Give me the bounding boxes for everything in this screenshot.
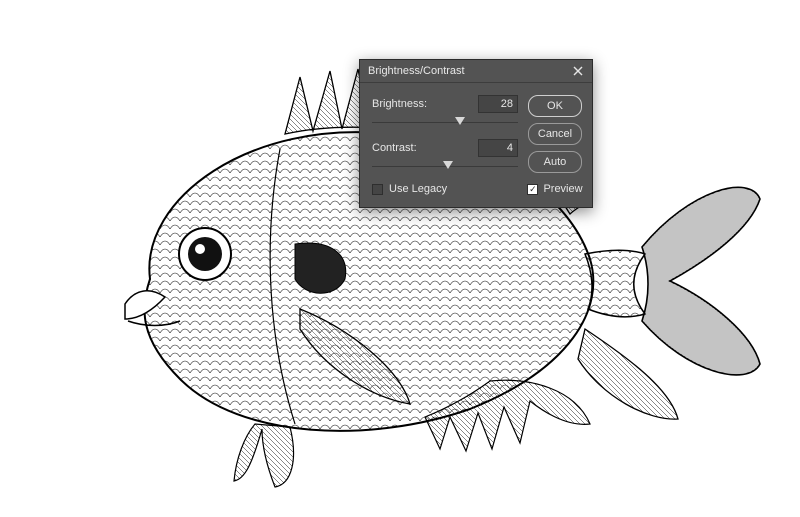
slider-thumb[interactable]	[455, 117, 465, 125]
close-button[interactable]	[570, 63, 586, 79]
brightness-slider[interactable]	[372, 115, 518, 129]
brightness-label: Brightness:	[372, 98, 478, 110]
preview-label: Preview	[543, 183, 582, 195]
dialog-body: Brightness: Contrast: Use Legacy OK	[360, 83, 592, 207]
controls-column: Brightness: Contrast: Use Legacy	[372, 95, 518, 195]
cancel-button[interactable]: Cancel	[528, 123, 582, 145]
contrast-row: Contrast:	[372, 139, 518, 157]
ok-button[interactable]: OK	[528, 95, 582, 117]
use-legacy-label: Use Legacy	[389, 183, 447, 195]
preview-checkbox[interactable]: ✓	[527, 184, 538, 195]
brightness-contrast-dialog: Brightness/Contrast Brightness: Contrast…	[359, 59, 593, 208]
brightness-row: Brightness:	[372, 95, 518, 113]
slider-thumb[interactable]	[443, 161, 453, 169]
dialog-titlebar[interactable]: Brightness/Contrast	[360, 60, 592, 83]
contrast-input[interactable]	[478, 139, 518, 157]
dialog-title: Brightness/Contrast	[368, 65, 570, 77]
brightness-input[interactable]	[478, 95, 518, 113]
preview-row[interactable]: ✓ Preview	[527, 183, 582, 195]
auto-button[interactable]: Auto	[528, 151, 582, 173]
contrast-label: Contrast:	[372, 142, 478, 154]
close-icon	[573, 66, 583, 76]
use-legacy-checkbox[interactable]	[372, 184, 383, 195]
use-legacy-row[interactable]: Use Legacy	[372, 183, 518, 195]
buttons-column: OK Cancel Auto ✓ Preview	[528, 95, 582, 195]
contrast-slider[interactable]	[372, 159, 518, 173]
slider-track	[372, 122, 518, 123]
